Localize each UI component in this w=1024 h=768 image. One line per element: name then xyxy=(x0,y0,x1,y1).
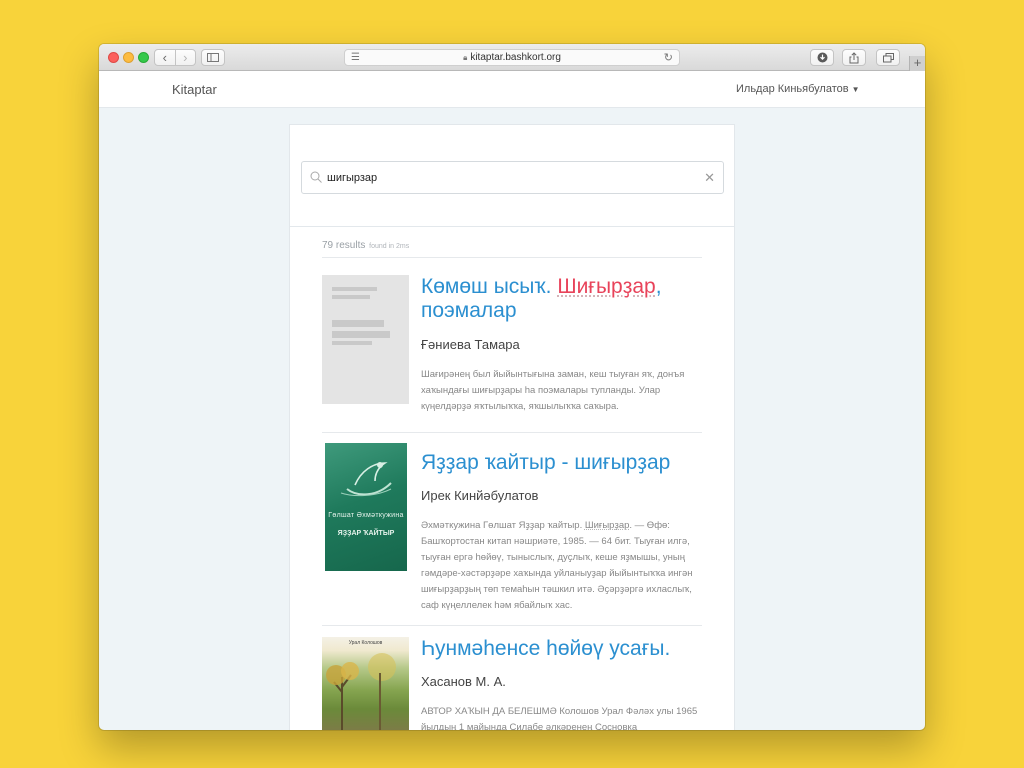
result-author: Хасанов М. А. xyxy=(421,674,506,689)
result-description: Әхмәткужина Гөлшат Яҙҙар ҡайтыр. Шиғырҙа… xyxy=(421,518,703,614)
tabs-icon xyxy=(882,52,894,62)
reader-icon[interactable]: ☰ xyxy=(351,52,360,63)
download-icon xyxy=(817,52,827,63)
navigation-buttons: ‹ › xyxy=(154,49,196,66)
result-author: Ғәниева Тамара xyxy=(421,337,520,352)
cover-title: ЯҘҘАР ҠАЙТЫР xyxy=(337,530,395,537)
browser-toolbar: ‹ › ☰ 🔒︎ kitaptar.bashkort.org ↻ + xyxy=(99,44,925,71)
brand-logo[interactable]: Kitaptar xyxy=(172,82,217,97)
clear-search-icon[interactable]: ✕ xyxy=(704,171,715,184)
results-timing: found in 2ms xyxy=(369,243,410,250)
url-text: kitaptar.bashkort.org xyxy=(470,52,561,63)
book-cover[interactable]: Урал Колошов xyxy=(322,637,409,730)
user-menu[interactable]: Ильдар Киньябулатов ▼ xyxy=(736,83,860,95)
painting-icon xyxy=(326,653,396,730)
title-text: Көмөш ысыҡ. xyxy=(421,275,558,298)
placeholder-line xyxy=(332,287,377,291)
results-meta: 79 results found in 2ms xyxy=(322,240,409,251)
results-card: ✕ 79 results found in 2ms Көмөш ысыҡ. Ши… xyxy=(289,124,735,730)
title-highlight: Шиғырҙар xyxy=(557,275,656,298)
result-title-link[interactable]: Көмөш ысыҡ. Шиғырҙар, поэмалар xyxy=(421,275,703,323)
tab-overview-button[interactable] xyxy=(876,49,900,66)
swan-illustration-icon xyxy=(340,462,392,497)
minimize-window-button[interactable] xyxy=(123,52,134,63)
placeholder-line xyxy=(332,331,390,338)
result-description: Шағирәнең был йыйынтығына заман, кеш тыу… xyxy=(421,369,685,412)
downloads-button[interactable] xyxy=(810,49,834,66)
result-title-link[interactable]: Яҙҙар ҡайтыр - шиғырҙар xyxy=(421,451,703,475)
book-cover-placeholder[interactable] xyxy=(322,275,409,404)
site-header: Kitaptar Ильдар Киньябулатов ▼ xyxy=(99,71,925,108)
result-item: Урал Колошов Һунмәһенсе һөйөү усағы. Хас… xyxy=(322,637,702,730)
reload-icon[interactable]: ↻ xyxy=(664,51,673,64)
lock-icon: 🔒︎ xyxy=(463,52,468,62)
result-item: Гөлшат Әхмәткужина ЯҘҘАР ҠАЙТЫР Яҙҙар ҡа… xyxy=(322,443,702,628)
share-icon xyxy=(849,51,859,63)
placeholder-line xyxy=(332,295,370,299)
placeholder-line xyxy=(332,341,372,345)
desc-text: Әхмәткужина Гөлшат Яҙҙар ҡайтыр. xyxy=(421,520,585,531)
zoom-window-button[interactable] xyxy=(138,52,149,63)
result-author: Ирек Кинйәбулатов xyxy=(421,488,539,503)
desc-text: . — Өфө: Башҡортостан китап нәшриәте, 19… xyxy=(421,520,693,611)
placeholder-line xyxy=(332,320,384,327)
caret-down-icon: ▼ xyxy=(851,85,860,94)
divider xyxy=(322,432,702,433)
book-cover[interactable]: Гөлшат Әхмәткужина ЯҘҘАР ҠАЙТЫР xyxy=(325,443,407,571)
browser-window: ‹ › ☰ 🔒︎ kitaptar.bashkort.org ↻ + Kitap… xyxy=(99,44,925,730)
address-bar[interactable]: ☰ 🔒︎ kitaptar.bashkort.org ↻ xyxy=(344,49,680,66)
new-tab-button[interactable]: + xyxy=(909,56,925,71)
forward-icon[interactable]: › xyxy=(174,50,196,65)
sidebar-toggle-button[interactable] xyxy=(201,49,225,66)
share-button[interactable] xyxy=(842,49,866,66)
results-count: 79 results xyxy=(322,240,366,251)
close-window-button[interactable] xyxy=(108,52,119,63)
search-input[interactable] xyxy=(327,169,697,187)
sidebar-icon xyxy=(207,53,219,62)
divider xyxy=(322,625,702,626)
result-title-link[interactable]: Һунмәһенсе һөйөү усағы. xyxy=(421,637,703,661)
search-icon xyxy=(310,171,322,183)
search-area: ✕ xyxy=(290,125,734,227)
result-description: АВТОР ХАҠЫН ДА БЕЛЕШМӘ Колошов Урал Фәлә… xyxy=(421,706,698,730)
desc-highlight: Шиғырҙар xyxy=(584,520,630,531)
back-icon[interactable]: ‹ xyxy=(155,50,175,65)
result-item: Көмөш ысыҡ. Шиғырҙар, поэмалар Ғәниева Т… xyxy=(322,275,702,433)
user-name: Ильдар Киньябулатов xyxy=(736,83,849,95)
cover-author: Гөлшат Әхмәткужина xyxy=(328,512,404,519)
search-box: ✕ xyxy=(301,161,724,194)
divider xyxy=(322,257,702,258)
